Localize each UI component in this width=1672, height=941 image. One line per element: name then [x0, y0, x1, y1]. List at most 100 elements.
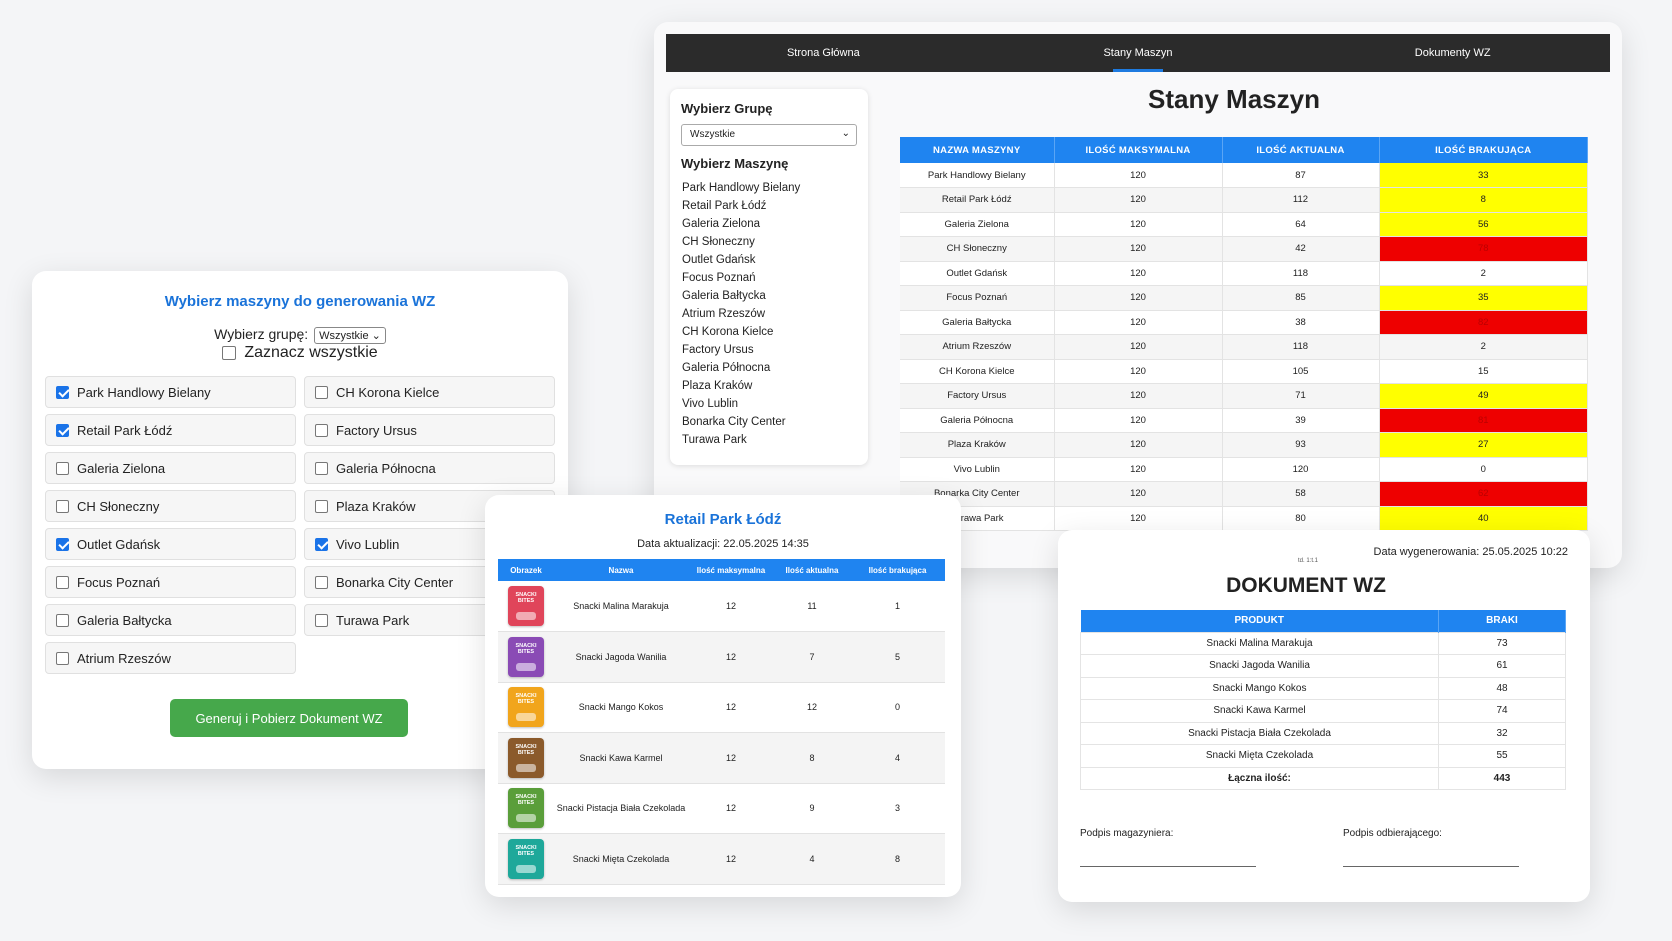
select-all-checkbox[interactable] — [222, 345, 237, 360]
cell-max: 120 — [1054, 359, 1223, 384]
select-all-row[interactable]: Zaznacz wszystkie — [32, 344, 568, 362]
table-row: Snacki Mango Kokos 48 — [1080, 676, 1566, 700]
machine-checkbox-grid: Park Handlowy Bielany CH Korona Kielce Ret… — [45, 376, 555, 674]
machine-option[interactable]: Focus Poznań — [45, 566, 296, 598]
cell-missing: 62 — [1379, 481, 1588, 507]
cell-missing: 2 — [1379, 334, 1588, 360]
machine-option[interactable]: Retail Park Łódź — [45, 414, 296, 446]
sidebar-machine-item[interactable]: Focus Poznań — [681, 269, 857, 287]
machine-option[interactable]: Galeria Bałtycka — [45, 604, 296, 636]
cell-current: 38 — [1222, 310, 1380, 335]
machine-checkbox[interactable] — [56, 537, 69, 551]
machine-checkbox[interactable] — [315, 575, 328, 589]
cell-name: Focus Poznań — [900, 285, 1055, 311]
machine-checkbox[interactable] — [56, 575, 69, 589]
machine-checkbox[interactable] — [56, 651, 69, 665]
chevron-down-icon: ⌄ — [371, 329, 381, 342]
cell-name: Outlet Gdańsk — [900, 261, 1055, 286]
cell-product: Snacki Mięta Czekolada — [1080, 744, 1439, 768]
machine-checkbox[interactable] — [56, 423, 69, 437]
machine-option[interactable]: Factory Ursus — [304, 414, 555, 446]
sidebar-machine-item[interactable]: Turawa Park — [681, 431, 857, 449]
nav-stany-maszyn[interactable]: Stany Maszyn — [981, 34, 1296, 72]
table-row: CH Korona Kielce 120 105 15 — [900, 359, 1588, 384]
machine-heading: Wybierz Maszynę — [681, 156, 789, 171]
cell-image: SNACKI BITES — [498, 732, 554, 784]
cell-missing: 56 — [1379, 212, 1588, 237]
document-title: DOKUMENT WZ — [1226, 574, 1386, 597]
nav-strona-glowna[interactable]: Strona Główna — [666, 34, 981, 72]
cell-current: 71 — [1222, 383, 1380, 409]
sidebar-machine-item[interactable]: Galeria Północna — [681, 359, 857, 377]
sidebar-machine-item[interactable]: Bonarka City Center — [681, 413, 857, 431]
machine-checkbox[interactable] — [315, 385, 328, 399]
cell-current: 42 — [1222, 236, 1380, 262]
group-dropdown[interactable]: Wszystkie ⌄ — [314, 326, 386, 344]
cell-product: Snacki Kawa Karmel — [1080, 699, 1439, 723]
sidebar-machine-item[interactable]: CH Korona Kielce — [681, 323, 857, 341]
cell-name: Galeria Zielona — [900, 212, 1055, 237]
machine-option[interactable]: Outlet Gdańsk — [45, 528, 296, 560]
machine-option[interactable]: Atrium Rzeszów — [45, 642, 296, 674]
col-nazwa-maszyny: Nazwa maszyny — [900, 137, 1055, 163]
machine-list: Park Handlowy Bielany Retail Park Łódź Gal… — [681, 179, 857, 449]
machine-checkbox[interactable] — [315, 613, 328, 627]
sidebar-machine-item[interactable]: CH Słoneczny — [681, 233, 857, 251]
table-row: Bonarka City Center 120 58 62 — [900, 481, 1588, 507]
machine-checkbox[interactable] — [56, 461, 69, 475]
cell-current: 7 — [774, 631, 850, 683]
table-row: SNACKI BITES Snacki Malina Marakuja 12 11 1 — [498, 581, 945, 632]
generate-download-button[interactable]: Generuj i Pobierz Dokument WZ — [170, 699, 408, 737]
cell-missing: 32 — [1438, 721, 1566, 745]
machine-option[interactable]: CH Słoneczny — [45, 490, 296, 522]
sidebar-machine-item[interactable]: Plaza Kraków — [681, 377, 857, 395]
machine-option[interactable]: Park Handlowy Bielany — [45, 376, 296, 408]
cell-max: 120 — [1054, 481, 1223, 507]
sidebar-machine-item[interactable]: Atrium Rzeszów — [681, 305, 857, 323]
sidebar-machine-item[interactable]: Vivo Lublin — [681, 395, 857, 413]
table-row: Snacki Pistacja Biała Czekolada 32 — [1080, 721, 1566, 745]
sidebar-machine-item[interactable]: Retail Park Łódź — [681, 197, 857, 215]
signature-receiver-line — [1343, 866, 1519, 867]
machine-checkbox[interactable] — [315, 461, 328, 475]
machine-checkbox[interactable] — [56, 499, 69, 513]
cell-name: CH Korona Kielce — [900, 359, 1055, 384]
cell-name: Plaza Kraków — [900, 432, 1055, 458]
sidebar-machine-item[interactable]: Galeria Zielona — [681, 215, 857, 233]
group-select-value: Wszystkie — [690, 129, 735, 140]
machine-option[interactable]: CH Korona Kielce — [304, 376, 555, 408]
sidebar-machine-item[interactable]: Outlet Gdańsk — [681, 251, 857, 269]
update-timestamp: Data aktualizacji: 22.05.2025 14:35 — [637, 538, 809, 550]
cell-missing: 3 — [850, 783, 945, 834]
table-row: Galeria Północna 120 39 81 — [900, 408, 1588, 433]
cell-product: Snacki Malina Marakuja — [1080, 631, 1439, 655]
machine-checkbox[interactable] — [56, 613, 69, 627]
machine-checkbox[interactable] — [315, 423, 328, 437]
machine-checkbox[interactable] — [315, 499, 328, 513]
machine-checkbox[interactable] — [56, 385, 69, 399]
cell-missing: 8 — [1379, 187, 1588, 213]
cell-current: 11 — [774, 581, 850, 632]
sidebar-machine-item[interactable]: Galeria Bałtycka — [681, 287, 857, 305]
col-ilosc-maksymalna: Ilość maksymalna — [1054, 137, 1223, 163]
col-obrazek: Obrazek — [498, 559, 554, 581]
cell-current: 8 — [774, 732, 850, 784]
sidebar-machine-item[interactable]: Factory Ursus — [681, 341, 857, 359]
cell-image: SNACKI BITES — [498, 783, 554, 834]
signature-warehouse-line — [1080, 866, 1256, 867]
cell-name: Snacki Kawa Karmel — [554, 732, 688, 784]
machine-option[interactable]: Galeria Północna — [304, 452, 555, 484]
cell-product: Snacki Pistacja Biała Czekolada — [1080, 721, 1439, 745]
machine-status-table: Nazwa maszyny Ilość maksymalna Ilość akt… — [900, 137, 1588, 531]
nav-dokumenty-wz[interactable]: Dokumenty WZ — [1295, 34, 1610, 72]
machine-checkbox[interactable] — [315, 537, 328, 551]
group-select[interactable]: Wszystkie ⌄ — [681, 124, 857, 146]
machine-option-label: Bonarka City Center — [336, 574, 454, 590]
sidebar-machine-item[interactable]: Park Handlowy Bielany — [681, 179, 857, 197]
cell-name: Atrium Rzeszów — [900, 334, 1055, 360]
cell-image: SNACKI BITES — [498, 682, 554, 733]
machine-option[interactable]: Galeria Zielona — [45, 452, 296, 484]
select-all-label: Zaznacz wszystkie — [244, 344, 378, 361]
cell-missing: 78 — [1379, 236, 1588, 262]
table-row: Galeria Zielona 120 64 56 — [900, 212, 1588, 237]
